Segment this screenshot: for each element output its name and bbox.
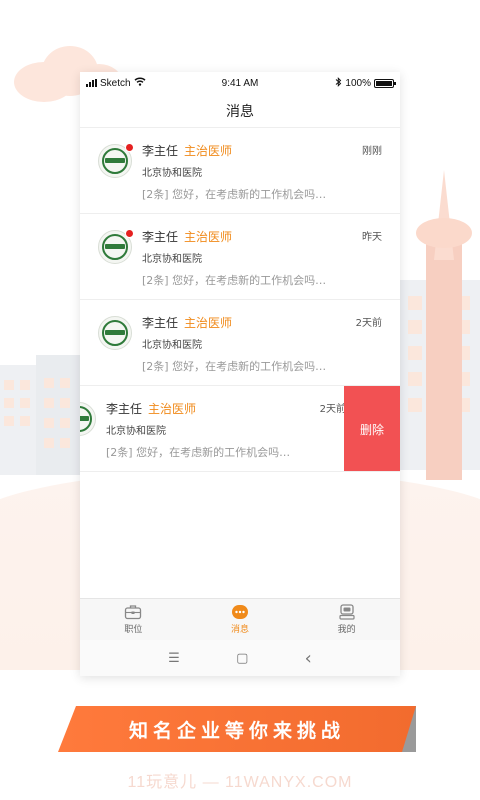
menu-icon[interactable]: ☰ — [168, 651, 180, 666]
message-time: 刚刚 — [362, 146, 382, 157]
message-row[interactable]: 李主任 主治医师 北京协和医院 [2条] 您好，在考虑新的工作机会吗… 刚刚 — [80, 128, 400, 214]
banner-text: 知名企业等你来挑战 — [128, 719, 345, 742]
tab-label: 我的 — [337, 625, 356, 635]
hospital-name: 北京协和医院 — [142, 168, 202, 179]
tab-label: 消息 — [231, 625, 250, 635]
page-title: 消息 — [226, 103, 254, 120]
message-preview: [2条] 您好，在考虑新的工作机会吗… — [142, 188, 327, 201]
contact-title: 主治医师 — [184, 230, 233, 244]
hospital-logo-avatar — [80, 402, 96, 436]
message-time: 昨天 — [362, 232, 382, 243]
contact-name: 李主任 — [142, 230, 179, 244]
briefcase-icon — [124, 604, 142, 620]
promo-banner: 知名企业等你来挑战 — [58, 706, 416, 752]
phone-screen: Sketch 9:41 AM 100% 消息 李主任 主治医师 北京协和医院 [2… — [80, 72, 400, 676]
battery-icon — [374, 78, 396, 88]
message-row[interactable]: 李主任 主治医师 北京协和医院 [2条] 您好，在考虑新的工作机会吗… 2天前 — [80, 300, 400, 386]
profile-icon — [338, 604, 356, 620]
tab-jobs[interactable]: 职位 — [80, 599, 187, 640]
nav-bar: 消息 — [80, 94, 400, 128]
system-nav-bar: ☰ ▢ ‹ — [80, 640, 400, 676]
message-row[interactable]: 李主任 主治医师 北京协和医院 [2条] 您好，在考虑新的工作机会吗… 昨天 — [80, 214, 400, 300]
contact-title: 主治医师 — [184, 144, 233, 158]
hospital-logo-avatar — [98, 229, 134, 264]
contact-title: 主治医师 — [184, 316, 233, 330]
hospital-logo-avatar — [98, 316, 132, 350]
home-icon[interactable]: ▢ — [236, 651, 248, 666]
building-left-2 — [36, 355, 80, 475]
contact-name: 李主任 — [142, 144, 179, 158]
back-icon[interactable]: ‹ — [305, 648, 312, 669]
message-list: 李主任 主治医师 北京协和医院 [2条] 您好，在考虑新的工作机会吗… 刚刚 李主… — [80, 128, 400, 472]
hospital-logo-avatar — [98, 143, 134, 178]
message-preview: [2条] 您好，在考虑新的工作机会吗… — [142, 360, 327, 373]
delete-button[interactable]: 删除 — [344, 386, 400, 471]
contact-title: 主治医师 — [148, 402, 197, 416]
hospital-name: 北京协和医院 — [106, 426, 166, 437]
message-time: 2天前 — [319, 404, 346, 415]
status-bar: Sketch 9:41 AM 100% — [80, 72, 400, 94]
hospital-name: 北京协和医院 — [142, 254, 202, 265]
message-icon — [231, 604, 249, 620]
watermark: 11玩意儿 — 11WANYX.COM — [127, 774, 353, 791]
tab-label: 职位 — [124, 625, 143, 635]
contact-name: 李主任 — [142, 316, 179, 330]
tab-messages[interactable]: 消息 — [187, 599, 294, 640]
tab-bar: 职位 消息 我的 — [80, 598, 400, 640]
hospital-name: 北京协和医院 — [142, 340, 202, 351]
battery-percent: 100% — [345, 77, 371, 89]
unread-dot — [125, 143, 134, 152]
contact-name: 李主任 — [106, 402, 143, 416]
message-time: 2天前 — [355, 318, 382, 329]
tab-profile[interactable]: 我的 — [293, 599, 400, 640]
message-row-swiped[interactable]: 李主任 主治医师 北京协和医院 [2条] 您好，在考虑新的工作机会吗… 2天前 删… — [80, 386, 400, 472]
message-preview: [2条] 您好，在考虑新的工作机会吗… — [142, 274, 327, 287]
tower-decoration — [426, 240, 462, 480]
message-preview: [2条] 您好，在考虑新的工作机会吗… — [106, 446, 291, 459]
bluetooth-icon — [335, 76, 342, 90]
unread-dot — [125, 229, 134, 238]
